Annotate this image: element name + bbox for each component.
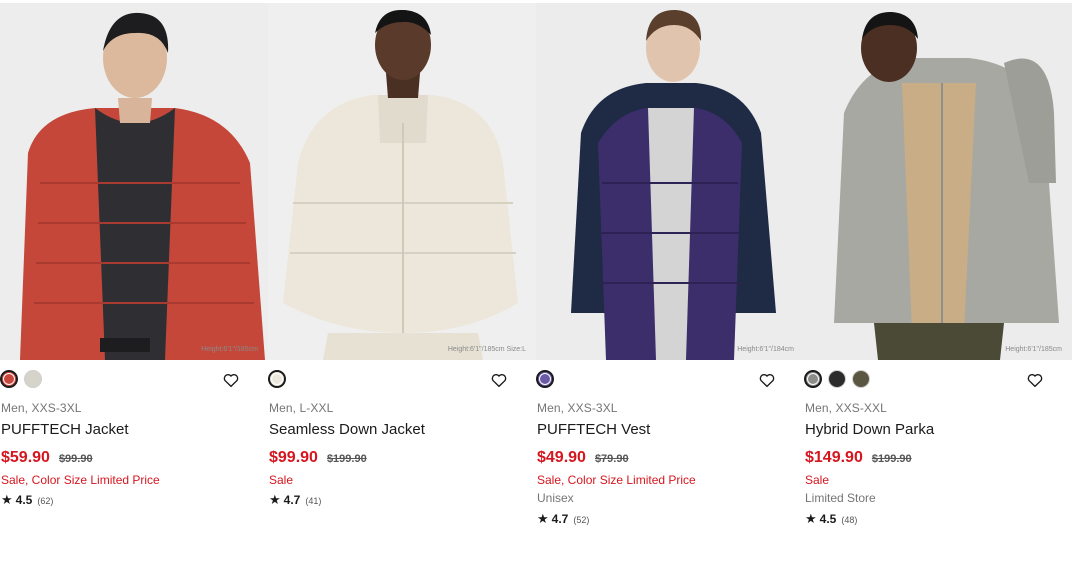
color-swatch[interactable] — [828, 370, 846, 388]
price-row: $49.90 $79.90 — [537, 449, 629, 467]
wishlist-heart-icon[interactable] — [222, 371, 240, 389]
review-count: (48) — [841, 515, 858, 525]
color-swatch[interactable] — [24, 370, 42, 388]
rating: ★ 4.7 (52) — [537, 511, 589, 527]
rating: ★ 4.7 (41) — [269, 492, 321, 508]
color-swatches — [804, 370, 870, 390]
star-icon: ★ — [805, 511, 817, 526]
star-icon: ★ — [537, 511, 549, 526]
original-price: $79.90 — [594, 453, 629, 465]
color-swatch[interactable] — [852, 370, 870, 388]
product-name[interactable]: PUFFTECH Vest — [537, 421, 650, 438]
review-count: (52) — [573, 515, 590, 525]
product-image[interactable]: Height:6'1"/184cm — [536, 3, 804, 360]
sale-flag: Sale — [805, 473, 830, 487]
product-gender-size: Men, XXS-XXL — [805, 401, 887, 415]
rating-score: 4.5 — [15, 493, 33, 507]
color-swatch[interactable] — [536, 370, 554, 388]
product-card[interactable]: Height:6'1"/185cm Men, XXS-3XL PUFFTECH … — [0, 0, 268, 540]
product-name[interactable]: PUFFTECH Jacket — [1, 421, 129, 438]
rating-score: 4.5 — [819, 512, 837, 526]
model-photo — [0, 3, 268, 360]
sale-price: $149.90 — [805, 449, 863, 466]
model-size-caption: Height:6'1"/185cm — [1005, 346, 1062, 353]
product-gender-size: Men, L-XXL — [269, 401, 334, 415]
color-swatches — [536, 370, 554, 390]
model-photo — [804, 3, 1072, 360]
product-gender-size: Men, XXS-3XL — [1, 401, 82, 415]
price-row: $59.90 $99.90 — [1, 449, 93, 467]
product-image[interactable]: Height:6'1"/185cm — [0, 3, 268, 360]
product-gender-size: Men, XXS-3XL — [537, 401, 618, 415]
model-size-caption: Height:6'1"/185cm Size:L — [447, 346, 526, 353]
color-swatch[interactable] — [0, 370, 18, 388]
model-size-caption: Height:6'1"/184cm — [737, 346, 794, 353]
model-photo — [536, 3, 804, 360]
price-row: $99.90 $199.90 — [269, 449, 367, 467]
model-photo — [268, 3, 536, 360]
color-swatches — [268, 370, 286, 390]
product-image[interactable]: Height:6'1"/185cm Size:L — [268, 3, 536, 360]
original-price: $99.90 — [58, 453, 93, 465]
star-icon: ★ — [1, 492, 13, 507]
rating-score: 4.7 — [551, 512, 569, 526]
product-image[interactable]: Height:6'1"/185cm — [804, 3, 1072, 360]
wishlist-heart-icon[interactable] — [758, 371, 776, 389]
product-card[interactable]: Height:6'1"/185cm Size:L Men, L-XXL Seam… — [268, 0, 536, 540]
sale-flag: Sale, Color Size Limited Price — [1, 473, 160, 487]
original-price: $199.90 — [326, 453, 367, 465]
product-card[interactable]: Height:6'1"/184cm Men, XXS-3XL PUFFTECH … — [536, 0, 804, 540]
product-grid: Height:6'1"/185cm Men, XXS-3XL PUFFTECH … — [0, 0, 1080, 576]
star-icon: ★ — [269, 492, 281, 507]
sale-price: $49.90 — [537, 449, 586, 466]
sale-flag: Sale — [269, 473, 294, 487]
rating: ★ 4.5 (62) — [1, 492, 53, 508]
rating: ★ 4.5 (48) — [805, 511, 857, 527]
product-name[interactable]: Hybrid Down Parka — [805, 421, 934, 438]
wishlist-heart-icon[interactable] — [1026, 371, 1044, 389]
product-name[interactable]: Seamless Down Jacket — [269, 421, 425, 438]
sale-price: $59.90 — [1, 449, 50, 466]
review-count: (62) — [37, 496, 54, 506]
review-count: (41) — [305, 496, 322, 506]
price-row: $149.90 $199.90 — [805, 449, 912, 467]
product-card[interactable]: Height:6'1"/185cm Men, XXS-XXL Hybrid Do… — [804, 0, 1072, 540]
sale-flag: Sale, Color Size Limited Price — [537, 473, 696, 487]
sale-price: $99.90 — [269, 449, 318, 466]
wishlist-heart-icon[interactable] — [490, 371, 508, 389]
color-swatch[interactable] — [268, 370, 286, 388]
product-extra-info: Limited Store — [805, 491, 876, 505]
product-extra-info: Unisex — [537, 491, 574, 505]
color-swatches — [0, 370, 42, 390]
rating-score: 4.7 — [283, 493, 301, 507]
color-swatch[interactable] — [804, 370, 822, 388]
model-size-caption: Height:6'1"/185cm — [201, 346, 258, 353]
original-price: $199.90 — [871, 453, 912, 465]
